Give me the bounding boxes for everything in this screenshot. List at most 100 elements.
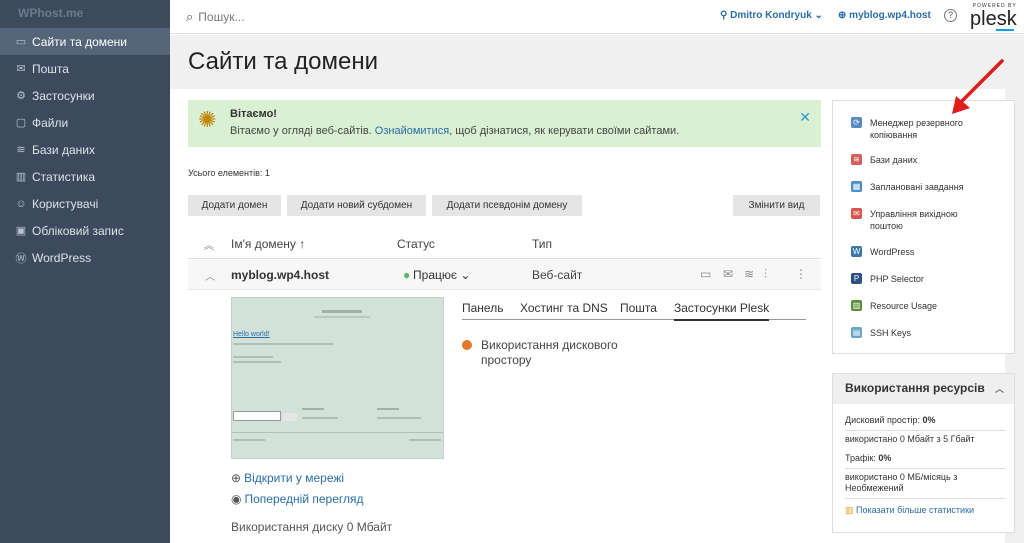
collapse-all-icon[interactable]: ︽ (204, 237, 214, 252)
logo: WPhost.me (18, 6, 84, 20)
preview-link[interactable]: ◉ Попередній перегляд (231, 492, 364, 506)
tool-item-calendar[interactable]: ▦ Заплановані завдання (851, 181, 971, 193)
row-domain-name[interactable]: myblog.wp4.host (231, 268, 329, 282)
content: ✺ Вітаємо! Вітаємо у огляді веб-сайтів. … (170, 89, 1015, 543)
tool-item-php[interactable]: P PHP Selector (851, 273, 971, 285)
disk-space-detail: використано 0 Мбайт з 5 Гбайт (845, 434, 975, 444)
database-icon[interactable]: ≋ (744, 267, 754, 281)
chevron-up-icon[interactable]: ︿ (995, 382, 1004, 395)
resource-usage-header[interactable]: Використання ресурсів ︿ (833, 374, 1014, 404)
globe-icon: ⊕ (838, 10, 850, 21)
folder-icon[interactable]: ▭ (700, 267, 711, 281)
resource-usage-title: Використання ресурсів (845, 381, 985, 395)
traffic-line: Трафік: 0% (845, 453, 891, 464)
gear-icon: ⚙ (16, 90, 26, 102)
welcome-banner: ✺ Вітаємо! Вітаємо у огляді веб-сайтів. … (188, 100, 821, 147)
red-arrow-annotation (952, 59, 1004, 114)
tab-panel[interactable]: Панель (462, 301, 503, 315)
divider (845, 498, 1005, 499)
chevron-up-icon[interactable]: ︿ (205, 268, 215, 283)
table-row[interactable]: ︿ myblog.wp4.host ● Працює ⌄ Веб-сайт ▭ … (188, 260, 821, 290)
resource-icon: ▥ (851, 300, 862, 311)
close-icon[interactable]: ✕ (799, 109, 811, 126)
site-tabs: Панель Хостинг та DNS Пошта Застосунки P… (462, 299, 806, 321)
disk-usage-text: Використання диску 0 Мбайт (231, 520, 393, 534)
settings-sliders-icon[interactable]: ⫶ (764, 267, 767, 282)
sidebar-item-label: Сайти та домени (32, 34, 128, 49)
preview-label: Попередній перегляд (244, 492, 364, 506)
add-subdomain-button[interactable]: Додати новий субдомен (287, 195, 426, 216)
tab-hosting-dns[interactable]: Хостинг та DNS (520, 301, 608, 315)
page-title: Сайти та домени (188, 48, 379, 75)
party-icon: ✺ (198, 107, 217, 132)
tool-item-backup[interactable]: ⟳ Менеджер резервного копіювання (851, 117, 971, 141)
tool-item-wordpress[interactable]: W WordPress (851, 246, 971, 258)
stats-icon: ▥ (845, 505, 854, 515)
user-icon: ☺ (15, 197, 27, 210)
divider (845, 430, 1005, 431)
sidebar-item-label: Користувачі (32, 196, 99, 211)
account-icon: ▣ (15, 225, 27, 237)
row-status-label: Працює ⌄ (413, 268, 471, 282)
tool-item-label: Менеджер резервного копіювання (870, 118, 963, 140)
tool-item-mail[interactable]: ✉ Управління вихідною поштою (851, 208, 971, 232)
mail-icon: ✉ (851, 208, 862, 219)
tool-item-label: Бази даних (870, 155, 918, 165)
app-label-line2: простору (481, 353, 532, 367)
search-placeholder: Пошук... (198, 9, 245, 24)
open-web-label: Відкрити у мережі (244, 471, 345, 485)
open-web-link[interactable]: ⊕ Відкрити у мережі (231, 471, 344, 485)
ssh-key-icon: ▤ (851, 327, 862, 338)
traffic-value: 0% (878, 453, 892, 463)
monitor-icon: ▭ (15, 36, 27, 48)
topbar: ⌕ Пошук... ⚲ Dmitro Kondryuk ⌄ ⊕ myblog.… (170, 0, 1024, 34)
domain-selector[interactable]: ⊕ myblog.wp4.host (838, 10, 931, 21)
tab-plesk-apps[interactable]: Застосунки Plesk (674, 301, 770, 321)
tool-item-label: Заплановані завдання (870, 182, 964, 192)
plesk-logo: POWERED BY plesk (970, 3, 1017, 31)
more-stats-link[interactable]: ▥ Показати більше статистики (845, 505, 974, 516)
change-view-button[interactable]: Змінити вид (733, 195, 820, 216)
mail-icon[interactable]: ✉ (723, 267, 733, 281)
sidebar-item-label: WordPress (32, 250, 92, 265)
tab-mail[interactable]: Пошта (620, 301, 657, 315)
resource-usage-panel: Використання ресурсів ︿ Дисковий простір:… (832, 373, 1015, 533)
disk-space-value: 0% (922, 415, 936, 425)
help-icon[interactable]: ? (944, 9, 957, 22)
sidebar-item-folder[interactable]: ▢ Файли (0, 109, 170, 136)
sidebar-item-wordpress[interactable]: Ⓦ WordPress (0, 244, 170, 271)
add-alias-button[interactable]: Додати псевдонім домену (432, 195, 582, 216)
tool-item-label: SSH Keys (870, 328, 912, 338)
search-input[interactable]: ⌕ Пошук... (186, 9, 686, 25)
add-domain-button[interactable]: Додати домен (188, 195, 281, 216)
database-icon: ≋ (16, 144, 26, 156)
sidebar-item-label: Застосунки (32, 88, 95, 103)
tool-item-ssh-key[interactable]: ▤ SSH Keys (851, 327, 971, 339)
globe-icon: ⊕ (231, 471, 242, 485)
tool-item-label: Управління вихідною поштою (870, 209, 958, 231)
tool-item-database[interactable]: ≋ Бази даних (851, 154, 971, 166)
welcome-text: Вітаємо у огляді веб-сайтів. Ознайомитис… (230, 125, 821, 137)
traffic-label: Трафік: (845, 453, 879, 463)
traffic-detail: використано 0 МБ/місяць з (845, 472, 958, 482)
sidebar-item-account[interactable]: ▣ Обліковий запис (0, 217, 170, 244)
sidebar-item-monitor[interactable]: ▭ Сайти та домени (0, 28, 170, 55)
row-status[interactable]: ● Працює ⌄ (403, 268, 470, 282)
sidebar-item-gear[interactable]: ⚙ Застосунки (0, 82, 170, 109)
user-menu[interactable]: ⚲ Dmitro Kondryuk ⌄ (720, 10, 823, 21)
sidebar-item-chart[interactable]: ▥ Статистика (0, 163, 170, 190)
app-label-line1: Використання дискового (481, 338, 618, 352)
learn-more-link[interactable]: Ознайомитися (375, 125, 449, 137)
site-thumbnail[interactable]: Hello world! (231, 297, 444, 459)
disk-usage-app[interactable]: Використання дискового простору (462, 338, 618, 368)
brand-name: plesk (970, 8, 1017, 30)
column-domain-name[interactable]: Ім'я домену ↑ (231, 237, 305, 251)
tool-item-resource[interactable]: ▥ Resource Usage (851, 300, 971, 312)
sidebar-item-label: Статистика (32, 169, 96, 184)
sidebar-item-database[interactable]: ≋ Бази даних (0, 136, 170, 163)
folder-icon: ▢ (15, 117, 27, 129)
sidebar-item-mail[interactable]: ✉ Пошта (0, 55, 170, 82)
sidebar-item-user[interactable]: ☺ Користувачі (0, 190, 170, 217)
wordpress-icon: W (851, 246, 862, 257)
more-options-icon[interactable]: ⋮ (795, 267, 807, 281)
